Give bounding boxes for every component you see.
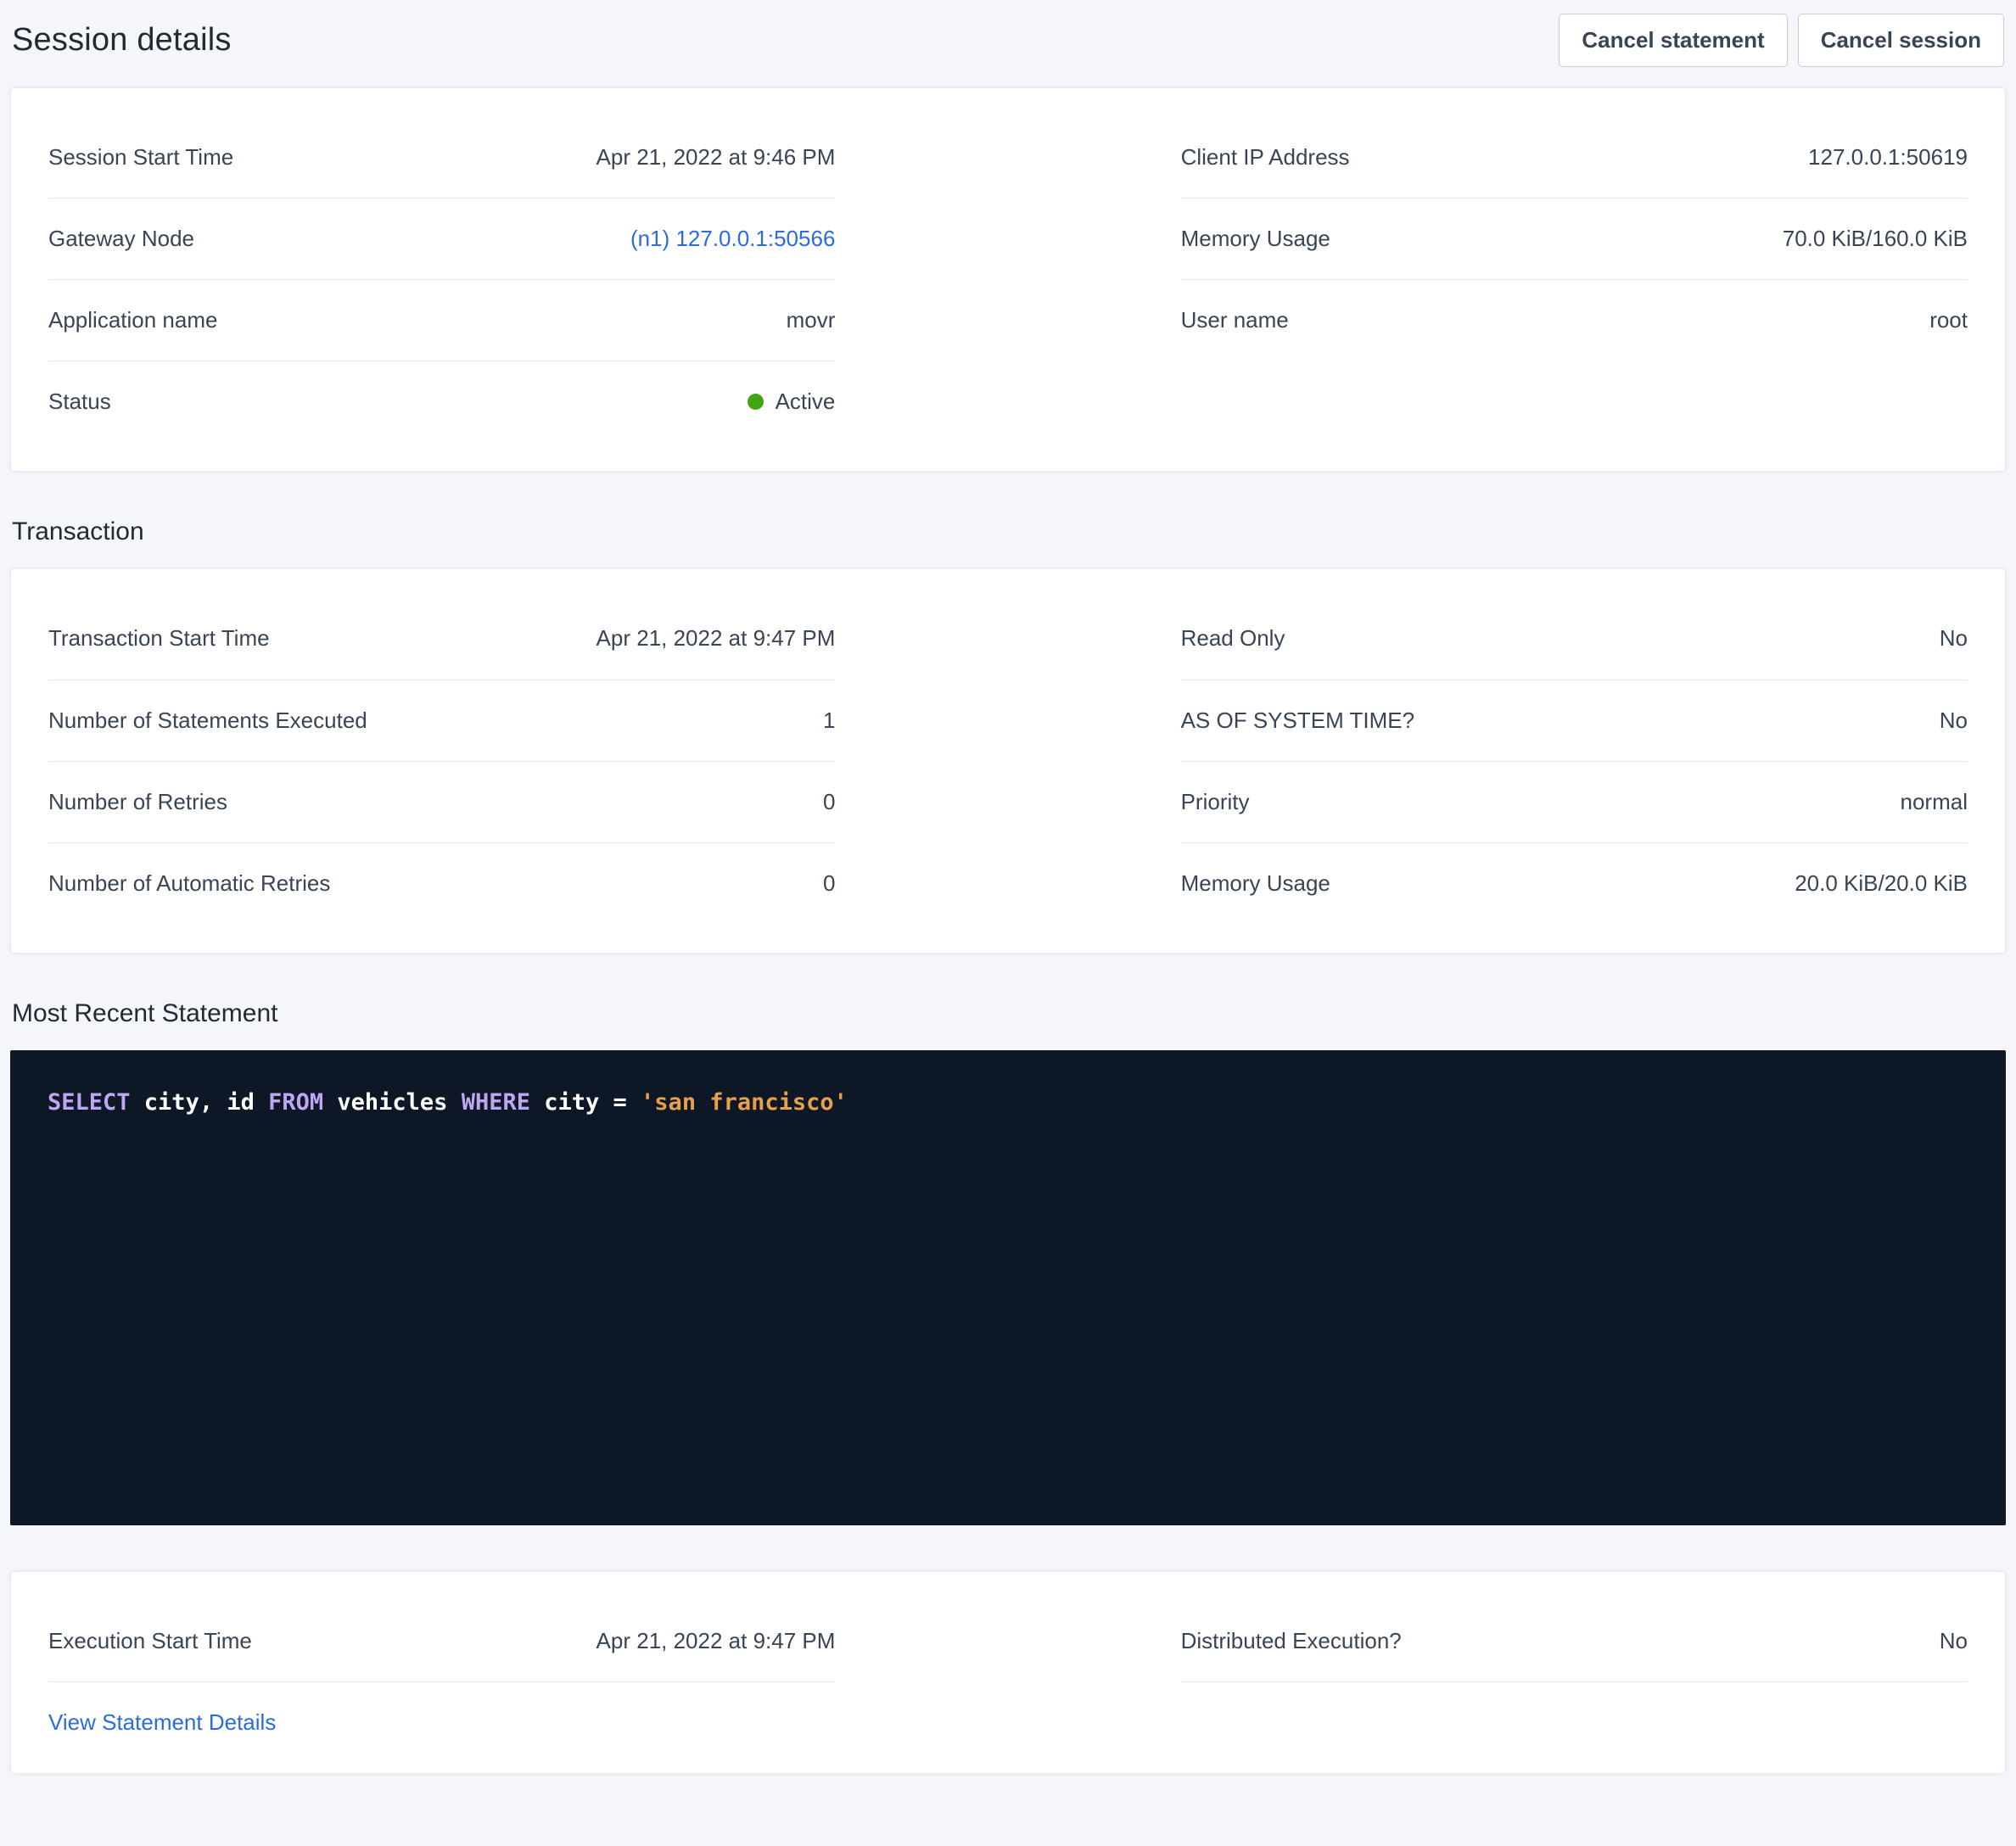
- session-summary-card: Session Start Time Apr 21, 2022 at 9:46 …: [10, 87, 2006, 473]
- session-start-time-value: Apr 21, 2022 at 9:46 PM: [596, 144, 836, 171]
- session-memory-usage-row: Memory Usage 70.0 KiB/160.0 KiB: [1181, 199, 1968, 280]
- sql-plain-table: vehicles: [337, 1089, 461, 1116]
- statements-executed-value: 1: [823, 708, 835, 734]
- active-status-dot-icon: [748, 394, 764, 410]
- gateway-node-link[interactable]: (n1) 127.0.0.1:50566: [630, 226, 835, 252]
- sql-keyword-select: SELECT: [48, 1089, 144, 1116]
- distributed-execution-value: No: [1940, 1628, 1968, 1654]
- priority-value: normal: [1901, 789, 1968, 815]
- cancel-session-button[interactable]: Cancel session: [1798, 14, 2004, 67]
- sql-string-literal: 'san francisco': [641, 1089, 848, 1116]
- as-of-system-time-label: AS OF SYSTEM TIME?: [1181, 708, 1414, 734]
- user-name-row: User name root: [1181, 280, 1968, 361]
- transaction-start-time-value: Apr 21, 2022 at 9:47 PM: [596, 625, 836, 652]
- statements-executed-row: Number of Statements Executed 1: [48, 680, 835, 762]
- execution-summary-card: Execution Start Time Apr 21, 2022 at 9:4…: [10, 1571, 2006, 1774]
- application-name-label: Application name: [48, 307, 217, 333]
- view-statement-details-link[interactable]: View Statement Details: [48, 1709, 276, 1736]
- retries-row: Number of Retries 0: [48, 762, 835, 843]
- transaction-left-column: Transaction Start Time Apr 21, 2022 at 9…: [48, 598, 835, 924]
- status-text: Active: [776, 389, 836, 415]
- session-summary-right-column: Client IP Address 127.0.0.1:50619 Memory…: [1181, 117, 1968, 361]
- session-start-time-row: Session Start Time Apr 21, 2022 at 9:46 …: [48, 117, 835, 199]
- status-label: Status: [48, 389, 111, 415]
- header-actions: Cancel statement Cancel session: [1559, 14, 2004, 67]
- session-memory-usage-value: 70.0 KiB/160.0 KiB: [1783, 226, 1968, 252]
- priority-label: Priority: [1181, 789, 1250, 815]
- client-ip-row: Client IP Address 127.0.0.1:50619: [1181, 117, 1968, 199]
- read-only-value: No: [1940, 625, 1968, 652]
- execution-right-column: Distributed Execution? No: [1181, 1601, 1968, 1682]
- page-title: Session details: [12, 22, 232, 59]
- as-of-system-time-row: AS OF SYSTEM TIME? No: [1181, 680, 1968, 762]
- sql-keyword-where: WHERE: [462, 1089, 545, 1116]
- status-row: Status Active: [48, 361, 835, 442]
- sql-plain-columns: city, id: [144, 1089, 268, 1116]
- sql-keyword-from: FROM: [268, 1089, 337, 1116]
- statements-executed-label: Number of Statements Executed: [48, 708, 367, 734]
- automatic-retries-row: Number of Automatic Retries 0: [48, 843, 835, 924]
- session-details-page: Session details Cancel statement Cancel …: [0, 0, 2016, 1782]
- transaction-section-heading: Transaction: [12, 517, 2004, 546]
- automatic-retries-label: Number of Automatic Retries: [48, 870, 330, 897]
- transaction-summary-card: Transaction Start Time Apr 21, 2022 at 9…: [10, 568, 2006, 954]
- retries-value: 0: [823, 789, 835, 815]
- most-recent-statement-heading: Most Recent Statement: [12, 999, 2004, 1028]
- distributed-execution-label: Distributed Execution?: [1181, 1628, 1402, 1654]
- session-start-time-label: Session Start Time: [48, 144, 233, 171]
- transaction-start-time-row: Transaction Start Time Apr 21, 2022 at 9…: [48, 598, 835, 680]
- priority-row: Priority normal: [1181, 762, 1968, 843]
- execution-left-column: Execution Start Time Apr 21, 2022 at 9:4…: [48, 1601, 835, 1744]
- gateway-node-label: Gateway Node: [48, 226, 194, 252]
- application-name-row: Application name movr: [48, 280, 835, 361]
- sql-statement: SELECT city, id FROM vehicles WHERE city…: [48, 1089, 848, 1116]
- sql-plain-condition: city =: [544, 1089, 641, 1116]
- cancel-statement-button[interactable]: Cancel statement: [1559, 14, 1787, 67]
- transaction-memory-usage-label: Memory Usage: [1181, 870, 1330, 897]
- retries-label: Number of Retries: [48, 789, 227, 815]
- status-value: Active: [748, 389, 836, 415]
- execution-columns: Execution Start Time Apr 21, 2022 at 9:4…: [48, 1601, 1968, 1744]
- transaction-memory-usage-row: Memory Usage 20.0 KiB/20.0 KiB: [1181, 843, 1968, 924]
- client-ip-label: Client IP Address: [1181, 144, 1350, 171]
- as-of-system-time-value: No: [1940, 708, 1968, 734]
- user-name-value: root: [1929, 307, 1968, 333]
- transaction-columns: Transaction Start Time Apr 21, 2022 at 9…: [48, 598, 1968, 924]
- user-name-label: User name: [1181, 307, 1289, 333]
- transaction-right-column: Read Only No AS OF SYSTEM TIME? No Prior…: [1181, 598, 1968, 924]
- gateway-node-row: Gateway Node (n1) 127.0.0.1:50566: [48, 199, 835, 280]
- client-ip-value: 127.0.0.1:50619: [1808, 144, 1968, 171]
- session-summary-left-column: Session Start Time Apr 21, 2022 at 9:46 …: [48, 117, 835, 443]
- execution-start-time-label: Execution Start Time: [48, 1628, 252, 1654]
- distributed-execution-row: Distributed Execution? No: [1181, 1601, 1968, 1682]
- automatic-retries-value: 0: [823, 870, 835, 897]
- session-summary-columns: Session Start Time Apr 21, 2022 at 9:46 …: [48, 117, 1968, 443]
- view-statement-details-row: View Statement Details: [48, 1682, 835, 1744]
- execution-start-time-value: Apr 21, 2022 at 9:47 PM: [596, 1628, 836, 1654]
- sql-statement-box: SELECT city, id FROM vehicles WHERE city…: [10, 1050, 2006, 1525]
- page-header: Session details Cancel statement Cancel …: [10, 0, 2006, 87]
- read-only-row: Read Only No: [1181, 598, 1968, 680]
- application-name-value: movr: [787, 307, 836, 333]
- execution-start-time-row: Execution Start Time Apr 21, 2022 at 9:4…: [48, 1601, 835, 1682]
- read-only-label: Read Only: [1181, 625, 1285, 652]
- transaction-start-time-label: Transaction Start Time: [48, 625, 270, 652]
- session-memory-usage-label: Memory Usage: [1181, 226, 1330, 252]
- transaction-memory-usage-value: 20.0 KiB/20.0 KiB: [1795, 870, 1968, 897]
